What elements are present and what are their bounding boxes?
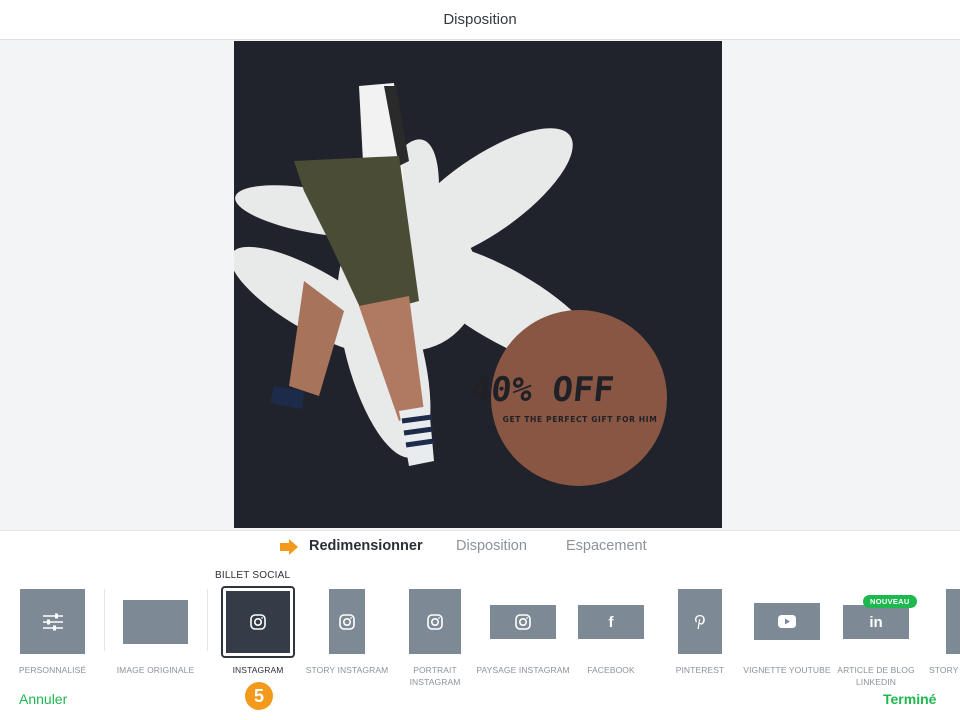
facebook-icon: f [608,613,614,631]
section-label: BILLET SOCIAL [215,570,291,581]
preset-label: ARTICLE DE BLOG [837,665,915,675]
cancel-button[interactable]: Annuler [19,691,67,707]
preset-label: VIGNETTE YOUTUBE [743,665,831,675]
page-title: Disposition [443,11,517,28]
instagram-icon [250,614,266,630]
preset-label: PAYSAGE INSTAGRAM [476,665,570,675]
preset-thumb[interactable]: in [843,605,909,639]
preset-thumb[interactable] [409,589,461,654]
preset-label-line2: LINKEDIN [855,677,896,687]
preset-label: STORY INSTAGRAM [305,665,389,675]
linkedin-icon: in [869,613,883,631]
done-button[interactable]: Terminé [883,691,936,707]
preset-thumb[interactable] [20,589,85,654]
tab-espacement[interactable]: Espacement [566,538,647,554]
canvas-area: 40% OFF GET THE PERFECT GIFT FOR HIM [0,40,960,530]
preset-label: PORTRAIT [413,665,457,675]
divider [207,589,208,651]
preset-thumb[interactable] [754,603,820,640]
divider [104,589,105,651]
top-bar: Disposition [0,0,960,40]
preset-label: PERSONNALISÉ [18,665,87,675]
badge-headline: 40% OFF [469,370,616,410]
mode-tabs: Redimensionner Disposition Espacement [0,530,960,561]
preset-label: FACEBOOK [587,665,635,675]
preset-thumb[interactable] [329,589,365,654]
pinterest-icon [695,614,705,629]
badge-tagline: GET THE PERFECT GIFT FOR HIM [503,415,658,424]
instagram-icon [339,613,355,630]
tab-disposition[interactable]: Disposition [456,538,527,554]
step-number-badge: 5 [245,682,273,710]
preset-label: PINTEREST [675,665,725,675]
instagram-icon [515,614,531,630]
youtube-icon [778,615,796,628]
preset-label: IMAGE ORIGINALE [116,665,195,675]
preset-label: INSTAGRAM [232,665,284,675]
new-badge: NOUVEAU [863,595,917,608]
preset-label-line2: INSTAGRAM [409,677,461,687]
design-artwork: 40% OFF GET THE PERFECT GIFT FOR HIM [234,83,667,486]
sliders-icon [42,613,63,630]
preset-label: STORY S [929,665,960,675]
preset-thumb[interactable]: f [578,605,644,639]
tab-redimensionner[interactable]: Redimensionner [309,538,423,554]
preset-thumb[interactable] [946,589,960,654]
preset-thumb[interactable] [226,591,290,653]
preset-thumb[interactable] [123,600,188,644]
preset-tray: BILLET SOCIAL PERSONNALISÉ IMAGE ORIGINA… [0,561,960,720]
arrow-right-icon [280,539,298,555]
design-canvas[interactable]: 40% OFF GET THE PERFECT GIFT FOR HIM [234,41,722,528]
instagram-icon [427,613,443,630]
preset-thumb[interactable] [490,605,556,639]
preset-thumb[interactable] [678,589,722,654]
